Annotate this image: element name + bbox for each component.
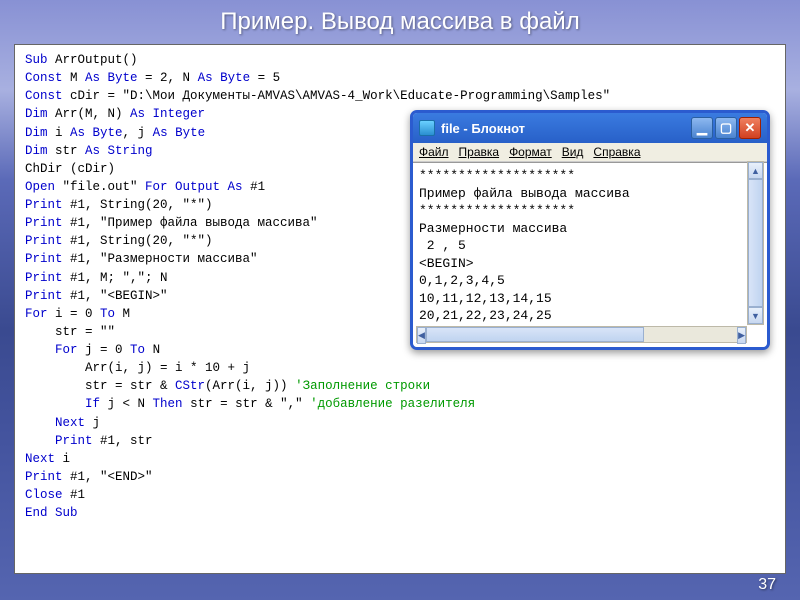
menu-file[interactable]: Файл <box>419 145 449 159</box>
minimize-button[interactable]: ▁ <box>691 117 713 139</box>
notepad-text-area[interactable]: ******************** Пример файла вывода… <box>413 162 767 347</box>
notepad-titlebar[interactable]: file - Блокнот ▁ ▢ ✕ <box>413 113 767 143</box>
horizontal-scrollbar[interactable]: ◀ ▶ <box>416 326 747 343</box>
vertical-scrollbar[interactable]: ▲ ▼ <box>747 161 764 325</box>
scroll-up-icon[interactable]: ▲ <box>748 162 763 179</box>
scroll-right-icon[interactable]: ▶ <box>737 327 746 344</box>
slide-number: 37 <box>758 576 776 594</box>
menu-view[interactable]: Вид <box>562 145 584 159</box>
notepad-window[interactable]: file - Блокнот ▁ ▢ ✕ Файл Правка Формат … <box>410 110 770 350</box>
maximize-button[interactable]: ▢ <box>715 117 737 139</box>
scroll-down-icon[interactable]: ▼ <box>748 307 763 324</box>
notepad-app-icon <box>419 120 435 136</box>
notepad-menubar: Файл Правка Формат Вид Справка <box>413 143 767 162</box>
scroll-thumb[interactable] <box>426 327 644 342</box>
menu-help[interactable]: Справка <box>593 145 640 159</box>
scroll-thumb[interactable] <box>748 179 763 307</box>
slide-title: Пример. Вывод массива в файл <box>0 0 800 44</box>
menu-format[interactable]: Формат <box>509 145 552 159</box>
close-button[interactable]: ✕ <box>739 117 761 139</box>
notepad-title-text: file - Блокнот <box>441 121 525 136</box>
menu-edit[interactable]: Правка <box>459 145 500 159</box>
scroll-left-icon[interactable]: ◀ <box>417 327 426 344</box>
